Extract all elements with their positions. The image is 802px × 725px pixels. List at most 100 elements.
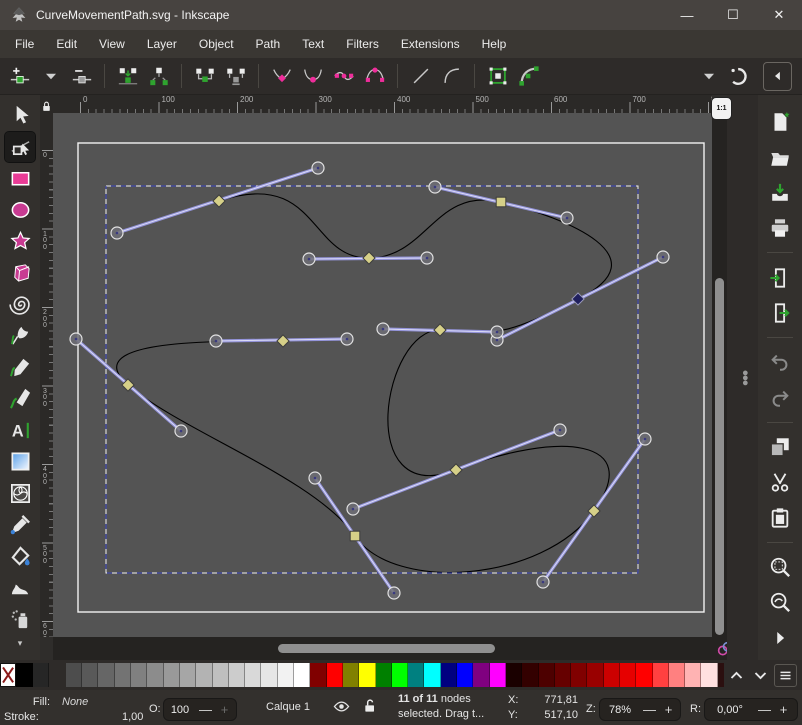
selector-tool[interactable] (5, 100, 35, 130)
palette-swatch[interactable] (294, 663, 310, 687)
palette-swatch[interactable] (653, 663, 669, 687)
zoom-spinner[interactable]: 78% — + (599, 698, 681, 721)
path-node-square[interactable] (496, 197, 506, 207)
rotation-decrease-button[interactable]: — (755, 702, 774, 717)
gradient-tool[interactable] (5, 447, 35, 477)
tweak-tool[interactable] (5, 573, 35, 603)
new-document-button[interactable] (766, 109, 794, 135)
palette-swatch[interactable] (115, 663, 131, 687)
palette-swatch[interactable] (245, 663, 261, 687)
rectangle-tool[interactable] (5, 163, 35, 193)
pen-tool[interactable] (5, 321, 35, 351)
palette-swatch[interactable] (539, 663, 555, 687)
palette-swatch[interactable] (392, 663, 408, 687)
palette-swatch[interactable] (359, 663, 375, 687)
palette-swatch[interactable] (33, 663, 49, 687)
palette-swatch[interactable] (587, 663, 603, 687)
opacity-decrease-button[interactable]: — (196, 702, 215, 717)
commands-more-button[interactable] (766, 625, 794, 651)
menu-text[interactable]: Text (291, 30, 335, 58)
palette-swatch[interactable] (441, 663, 457, 687)
palette-swatch[interactable] (16, 663, 32, 687)
menu-extensions[interactable]: Extensions (390, 30, 471, 58)
palette-swatch[interactable] (196, 663, 212, 687)
save-document-button[interactable] (766, 180, 794, 206)
palette-swatch[interactable] (620, 663, 636, 687)
opacity-value[interactable]: 100 (164, 704, 196, 716)
canvas[interactable] (53, 113, 712, 637)
fill-value[interactable]: None (62, 696, 88, 708)
export-button[interactable] (766, 300, 794, 326)
rotation-value[interactable]: 0,00° (705, 704, 755, 716)
horizontal-ruler[interactable]: 0100200300400500600700800 (53, 95, 712, 114)
palette-swatch[interactable] (131, 663, 147, 687)
rotation-increase-button[interactable]: + (774, 702, 793, 717)
mesh-tool[interactable] (5, 478, 35, 508)
palette-swatch[interactable] (229, 663, 245, 687)
palette-swatch[interactable] (180, 663, 196, 687)
vertical-scrollbar-thumb[interactable] (715, 278, 724, 635)
layer-name[interactable]: Calque 1 (266, 701, 310, 713)
stroke-width-value[interactable]: 1,00 (122, 711, 143, 723)
palette-swatch[interactable] (571, 663, 587, 687)
ellipse-tool[interactable] (5, 195, 35, 225)
break-nodes-button[interactable] (145, 62, 172, 90)
horizontal-scrollbar[interactable] (53, 637, 712, 660)
maximize-button[interactable]: ☐ (710, 0, 756, 30)
zoom-selection-button[interactable] (766, 554, 794, 580)
undo-button[interactable] (766, 349, 794, 375)
palette-swatch[interactable] (424, 663, 440, 687)
zoom-decrease-button[interactable]: — (640, 702, 659, 717)
join-with-segment-button[interactable] (191, 62, 218, 90)
stroke-to-path-button[interactable] (515, 62, 542, 90)
zoom-increase-button[interactable]: + (659, 702, 678, 717)
object-to-path-button[interactable] (484, 62, 511, 90)
join-nodes-button[interactable] (114, 62, 141, 90)
import-button[interactable] (766, 264, 794, 290)
vertical-scrollbar[interactable] (712, 113, 727, 637)
auto-smooth-node-button[interactable] (361, 62, 388, 90)
minimize-button[interactable]: — (664, 0, 710, 30)
print-button[interactable] (766, 215, 794, 241)
palette-swatch[interactable] (685, 663, 701, 687)
palette-swatch[interactable] (278, 663, 294, 687)
palette-swatch[interactable] (343, 663, 359, 687)
menu-edit[interactable]: Edit (45, 30, 88, 58)
star-tool[interactable] (5, 226, 35, 256)
palette-swatch[interactable] (213, 663, 229, 687)
palette-swatch[interactable] (669, 663, 685, 687)
palette-swatch[interactable] (701, 663, 717, 687)
calligraphy-tool[interactable] (5, 384, 35, 414)
corner-node-button[interactable] (268, 62, 295, 90)
open-document-button[interactable] (766, 144, 794, 170)
palette-swatch[interactable] (376, 663, 392, 687)
text-tool[interactable]: A (5, 415, 35, 445)
copy-button[interactable] (766, 434, 794, 460)
palette-swatch[interactable] (555, 663, 571, 687)
insert-node-button[interactable] (6, 62, 33, 90)
menu-filters[interactable]: Filters (335, 30, 390, 58)
show-handles-toggle[interactable] (726, 62, 753, 90)
box3d-tool[interactable] (5, 258, 35, 288)
guide-lock-icon[interactable] (40, 99, 53, 119)
menu-help[interactable]: Help (471, 30, 518, 58)
palette-swatch[interactable] (164, 663, 180, 687)
palette-swatch[interactable] (636, 663, 652, 687)
palette-swatch[interactable] (506, 663, 522, 687)
palette-swatch-none[interactable] (0, 663, 16, 687)
delete-segment-button[interactable] (222, 62, 249, 90)
menu-view[interactable]: View (88, 30, 136, 58)
dock-resize-grip[interactable]: ●●● (742, 371, 749, 386)
path-node-square[interactable] (350, 531, 360, 541)
palette-swatch[interactable] (522, 663, 538, 687)
palette-swatch[interactable] (408, 663, 424, 687)
palette-swatch[interactable] (310, 663, 326, 687)
layer-visibility-eye-icon[interactable] (332, 698, 351, 715)
horizontal-scrollbar-thumb[interactable] (278, 644, 495, 653)
paint-bucket-tool[interactable] (5, 541, 35, 571)
smooth-node-button[interactable] (299, 62, 326, 90)
menu-object[interactable]: Object (188, 30, 245, 58)
zoom-value[interactable]: 78% (600, 704, 640, 716)
spray-tool[interactable] (5, 604, 35, 634)
paste-button[interactable] (766, 505, 794, 531)
